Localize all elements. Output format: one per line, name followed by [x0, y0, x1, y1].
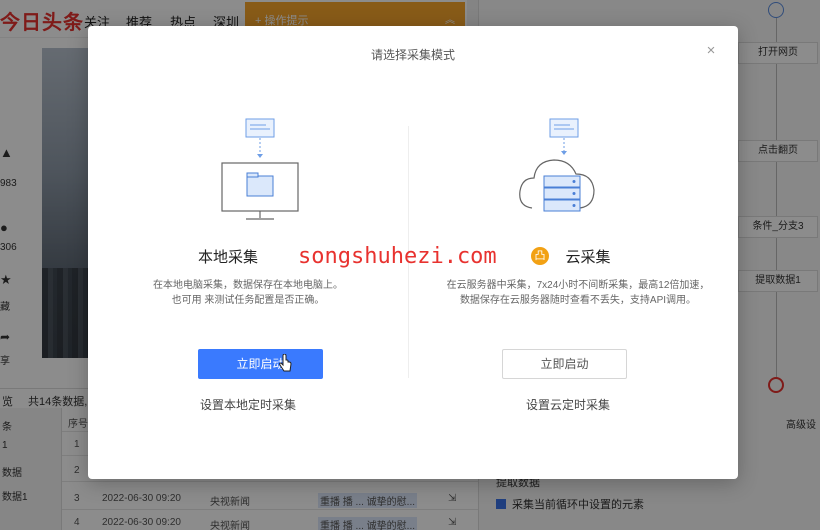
local-collection-description: 在本地电脑采集，数据保存在本地电脑上。 也可用 来测试任务配置是否正确。 [153, 280, 343, 306]
watermark-text: songshuhezi.com [298, 244, 497, 269]
cloud-server-illustration [519, 118, 595, 212]
close-icon[interactable]: × [704, 43, 718, 58]
cloud-collection-description: 在云服务器中采集，7x24小时不间断采集，最高12倍加速， 数据保存在云服务器随… [446, 280, 710, 306]
hot-badge-icon: 凸 [531, 247, 549, 265]
local-start-button[interactable]: 立即启动 [198, 349, 323, 379]
cursor-hand-icon [279, 354, 292, 372]
cloud-start-button[interactable]: 立即启动 [502, 349, 627, 379]
local-computer-illustration [221, 118, 299, 220]
dialog-title: 请选择采集模式 [370, 48, 455, 62]
local-schedule-link[interactable]: 设置本地定时采集 [88, 396, 408, 413]
cloud-schedule-link[interactable]: 设置云定时采集 [408, 396, 728, 413]
